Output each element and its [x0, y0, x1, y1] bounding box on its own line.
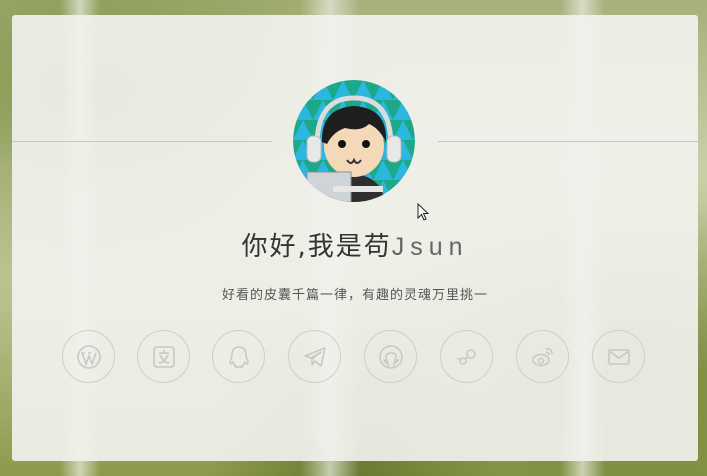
- translate-link[interactable]: [137, 330, 190, 383]
- github-icon: [378, 344, 403, 369]
- qq-icon: [228, 345, 249, 368]
- divider-right: [438, 141, 698, 142]
- social-links: [62, 330, 652, 386]
- divider-left: [12, 141, 272, 142]
- telegram-link[interactable]: [288, 330, 341, 383]
- motto-text: 好看的皮囊千篇一律，有趣的灵魂万里挑一: [221, 288, 488, 303]
- mouse-cursor-icon: [417, 203, 430, 221]
- profile-card: 你好,我是苟Jsun 好看的皮囊千篇一律，有趣的灵魂万里挑一: [12, 15, 698, 461]
- greeting-text: 你好,我是苟: [241, 232, 392, 262]
- wordpress-link[interactable]: [62, 330, 115, 383]
- email-icon: [607, 348, 630, 365]
- steam-icon: [456, 348, 476, 365]
- qq-link[interactable]: [212, 330, 265, 383]
- translate-icon: [152, 345, 175, 368]
- avatar-image: [293, 80, 415, 202]
- greeting-title: 你好,我是苟Jsun: [12, 226, 698, 263]
- github-link[interactable]: [364, 330, 417, 383]
- weibo-link[interactable]: [516, 330, 569, 383]
- avatar[interactable]: [293, 80, 415, 202]
- telegram-icon: [303, 346, 326, 367]
- email-link[interactable]: [592, 330, 645, 383]
- name-text: Jsun: [391, 233, 469, 261]
- steam-link[interactable]: [440, 330, 493, 383]
- weibo-icon: [531, 347, 553, 366]
- wordpress-icon: [76, 344, 101, 369]
